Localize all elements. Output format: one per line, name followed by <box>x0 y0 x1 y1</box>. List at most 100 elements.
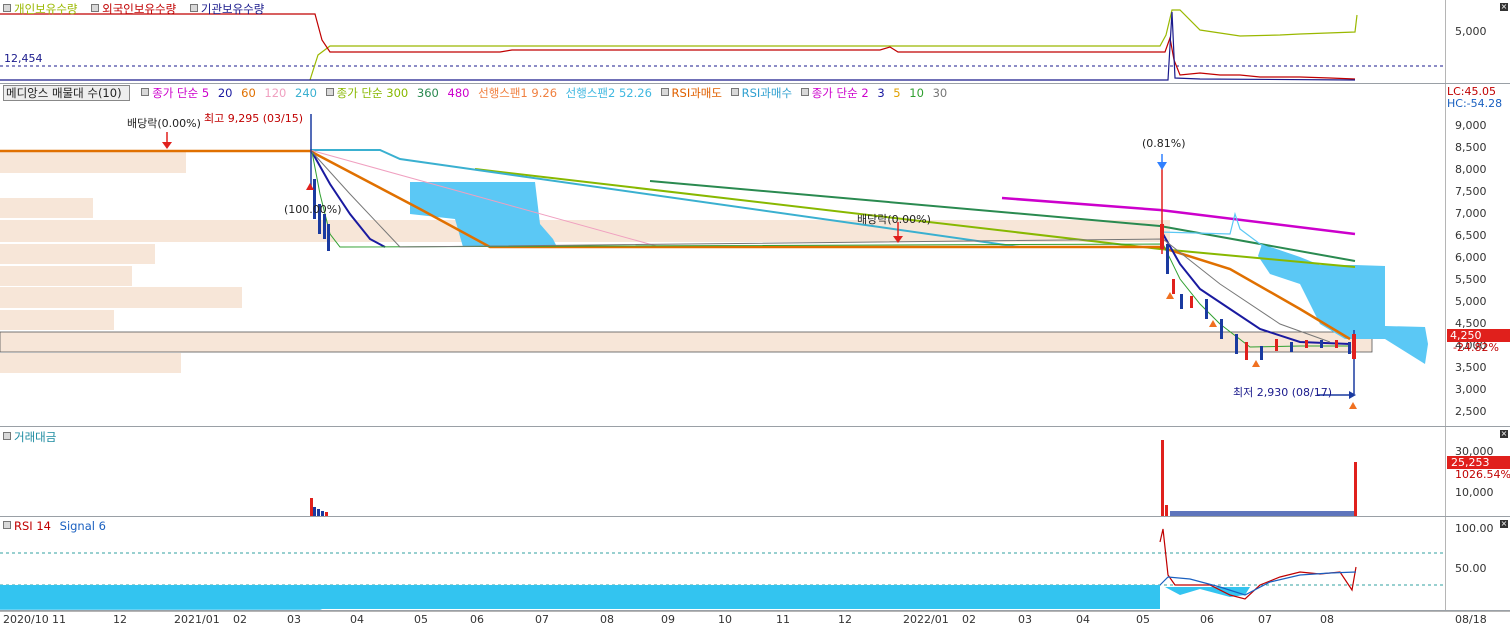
hc-label: HC:-54.28 <box>1447 97 1503 110</box>
rsi-pane: RSI 14 Signal 6 × 100.00 50.00 <box>0 517 1510 611</box>
x-tick-label: 05 <box>414 613 428 626</box>
volume-profile-bar <box>0 152 186 173</box>
trading-value-bar <box>1165 505 1168 516</box>
marker-arrow-head <box>306 183 314 190</box>
holdings-legend: 개인보유수량 외국인보유수량 기관보유수량 <box>3 1 274 16</box>
legend-ma300: 종가 단순 300 <box>336 86 409 100</box>
trading-value-bar <box>1354 462 1357 516</box>
y-tick-label: 9,000 <box>1455 119 1487 132</box>
legend-ma5b: 5 <box>893 86 901 100</box>
marker-arrow-head <box>1349 402 1357 409</box>
y-tick-label: 8,500 <box>1455 141 1487 154</box>
trading-value-bar <box>317 509 320 516</box>
volume-profile-bar <box>0 353 181 373</box>
legend-ma10: 10 <box>909 86 924 100</box>
y-tick-label: 100.00 <box>1455 522 1494 535</box>
y-tick-label: 5,500 <box>1455 273 1487 286</box>
y-tick-label: 50.00 <box>1455 562 1487 575</box>
price-candle <box>1320 340 1323 348</box>
price-candle <box>1352 334 1356 359</box>
x-tick-label: 03 <box>1018 613 1032 626</box>
x-tick-label: 2021/01 <box>174 613 220 626</box>
legend-rsi-oversold: RSI과매도 <box>671 86 722 100</box>
y-tick-label: 2,500 <box>1455 405 1487 418</box>
current-price-pct: -24.82% <box>1453 341 1499 354</box>
volume-profile-bar <box>0 266 132 286</box>
price-candle <box>1290 342 1293 352</box>
y-tick-label: 5,000 <box>1455 295 1487 308</box>
annotation-pct1: (100.00%) <box>284 203 342 216</box>
price-candle <box>1205 299 1208 319</box>
legend-item-individual: 개인보유수량 <box>3 2 82 16</box>
legend-ma60: 60 <box>241 86 256 100</box>
marker-arrow-head <box>1157 162 1167 170</box>
trading-value-pane: 거래대금 × 30,000 25,253 1026.54% 10,000 <box>0 427 1510 517</box>
y-tick-label: 10,000 <box>1455 486 1494 499</box>
trading-value-bar <box>321 511 324 516</box>
price-candle <box>1335 340 1338 348</box>
annotation-div1: 배당락(0.00%) <box>127 117 201 130</box>
trading-value-legend: 거래대금 <box>3 429 61 444</box>
x-tick-label: 12 <box>113 613 127 626</box>
x-tick-label: 08 <box>600 613 614 626</box>
y-tick-label: 7,000 <box>1455 207 1487 220</box>
close-icon[interactable]: × <box>1500 430 1508 438</box>
trading-value-bar <box>313 507 316 516</box>
y-tick-label: 3,000 <box>1455 383 1487 396</box>
price-title-box[interactable]: 메디앙스 매물대 수(10) <box>3 85 130 101</box>
price-candle <box>323 214 326 239</box>
rsi-legend-signal: Signal 6 <box>59 519 106 533</box>
legend-item-institution: 기관보유수량 <box>189 2 269 16</box>
close-icon[interactable]: × <box>1500 520 1508 528</box>
x-tick-label: 08 <box>1320 613 1334 626</box>
trading-value-bar <box>325 512 328 516</box>
x-tick-label: 08/18 <box>1455 613 1487 626</box>
y-tick-label: 7,500 <box>1455 185 1487 198</box>
close-icon[interactable]: × <box>1500 3 1508 11</box>
price-candle <box>1235 334 1238 354</box>
price-candle <box>1305 340 1308 348</box>
legend-ma480: 480 <box>447 86 470 100</box>
ma-5-line <box>311 151 1350 348</box>
legend-rsi-overbought: RSI과매수 <box>741 86 793 100</box>
legend-ma30: 30 <box>932 86 948 100</box>
volume-profile-bar <box>0 244 155 264</box>
y-tick-label: 6,000 <box>1455 251 1487 264</box>
legend-ma5: 종가 단순 5 <box>152 86 210 100</box>
x-tick-label: 2022/01 <box>903 613 949 626</box>
price-plot <box>0 114 1428 409</box>
volume-profile-bar <box>0 220 1170 242</box>
price-candle <box>1190 296 1193 308</box>
legend-ma2: 종가 단순 2 <box>811 86 869 100</box>
y-tick-label: 3,500 <box>1455 361 1487 374</box>
x-tick-label: 12 <box>838 613 852 626</box>
marker-arrow-head <box>162 142 172 149</box>
y-tick-label: 5,000 <box>1455 25 1487 38</box>
x-tick-label: 11 <box>52 613 66 626</box>
holdings-y-axis: × <box>1445 0 1510 83</box>
x-tick-label: 05 <box>1136 613 1150 626</box>
volume-profile-bar <box>0 310 114 330</box>
volume-profile-bar <box>0 331 1373 353</box>
price-candle <box>1245 342 1248 360</box>
x-tick-label: 04 <box>1076 613 1090 626</box>
annotation-high: 최고 9,295 (03/15) <box>204 112 304 125</box>
price-candle <box>1275 339 1278 351</box>
x-tick-label: 07 <box>1258 613 1272 626</box>
x-tick-label: 04 <box>350 613 364 626</box>
x-tick-label: 02 <box>233 613 247 626</box>
price-candle <box>1220 319 1223 339</box>
legend-span1: 선행스팬1 9.26 <box>478 86 558 100</box>
legend-span2: 선행스팬2 52.26 <box>565 86 652 100</box>
y-tick-label: 6,500 <box>1455 229 1487 242</box>
price-pane: 메디앙스 매물대 수(10) 종가 단순 5 20 60 120 240 종가 … <box>0 84 1510 427</box>
individual-holdings-line <box>309 9 1358 81</box>
x-tick-label: 10 <box>718 613 732 626</box>
x-tick-label: 07 <box>535 613 549 626</box>
x-tick-label: 06 <box>1200 613 1214 626</box>
legend-ma360: 360 <box>416 86 439 100</box>
rsi-oversold-fill <box>0 585 1160 609</box>
x-axis <box>0 611 1510 631</box>
price-legend: 메디앙스 매물대 수(10) 종가 단순 5 20 60 120 240 종가 … <box>3 85 952 101</box>
legend-ma3: 3 <box>877 86 885 100</box>
